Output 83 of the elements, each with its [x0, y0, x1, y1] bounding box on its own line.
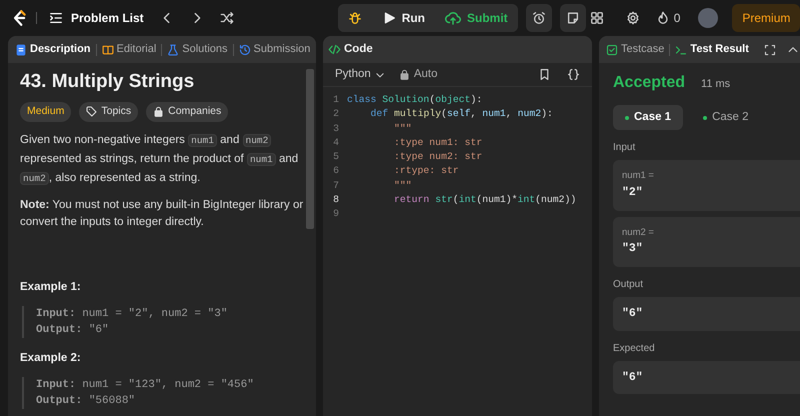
code-line: """ — [393, 178, 412, 193]
checkbox-icon — [606, 44, 618, 56]
bookmark-icon — [538, 68, 551, 81]
problem-statement: Given two non-negative integers num1 and num2 represented as strings, return the product of num1 and num2 , also represented as a string. — [20, 132, 300, 187]
alarm-clock-icon — [532, 11, 546, 25]
note-icon — [566, 11, 580, 25]
variable-value: "3" — [622, 241, 644, 257]
difficulty-badge: Medium — [20, 102, 72, 122]
example-line: Input: num1 = "123", num2 = "456" — [36, 378, 255, 394]
line-number: 6 — [332, 164, 340, 178]
panel-tab[interactable]: Testcase — [604, 41, 666, 58]
variable-name: num2 = — [622, 226, 655, 240]
cloud-upload-icon — [445, 10, 462, 26]
line-number: 9 — [332, 207, 340, 222]
code-line: return str(int(num1)*int(num2)) — [393, 193, 576, 208]
problem-list-button[interactable]: Problem List — [45, 9, 148, 27]
section-label: Input — [613, 141, 636, 156]
language-dropdown[interactable]: Python — [331, 66, 389, 84]
avatar-icon[interactable] — [698, 8, 718, 28]
section-label: Expected — [613, 342, 656, 356]
runtime: 11 ms — [701, 77, 730, 92]
timer-button[interactable] — [526, 4, 552, 32]
shuffle-icon — [220, 11, 234, 25]
line-number: 7 — [332, 178, 340, 193]
code-line: :type num1: str — [393, 136, 482, 150]
code-line: :rtype: str — [393, 164, 459, 178]
bug-icon — [348, 11, 362, 25]
problem-note: Note: You must not use any built-in BigInteger library or convert the inputs to integer directly. — [20, 198, 304, 230]
line-number: 1 — [332, 93, 340, 107]
case-tab[interactable]: Case 1 — [613, 105, 684, 130]
variable-value: "2" — [622, 184, 644, 200]
flame-icon — [656, 11, 670, 25]
panel-title: Code — [344, 42, 373, 57]
scrollbar[interactable] — [306, 69, 314, 229]
panel-tab[interactable]: Test Result — [673, 41, 751, 58]
submit-button[interactable]: Submit — [435, 4, 518, 32]
book-icon — [102, 44, 114, 56]
lock-icon — [153, 106, 164, 118]
history-icon — [238, 44, 251, 56]
mode-label: Auto — [414, 66, 438, 82]
tag-button[interactable]: Companies — [146, 102, 228, 122]
example-heading: Example 1: — [20, 280, 82, 295]
expected-value: "6" — [613, 360, 800, 394]
code-line: class Solution(object): — [347, 93, 482, 107]
example-line: Output: "6" — [36, 322, 110, 338]
variable-name: num1 = — [622, 169, 655, 184]
line-number: 8 — [332, 193, 340, 208]
braces-icon — [567, 68, 580, 81]
tag-icon — [86, 106, 98, 118]
line-number: 5 — [332, 150, 340, 164]
code-line: :type num2: str — [393, 150, 482, 164]
debug-button[interactable] — [338, 4, 372, 32]
problem-title: 43. Multiply Strings — [20, 71, 196, 94]
terminal-icon — [675, 44, 688, 56]
grid-icon — [590, 11, 604, 25]
flask-icon — [167, 44, 180, 56]
expand-icon — [764, 44, 776, 56]
panel-tab[interactable]: Solutions — [165, 41, 230, 58]
premium-button[interactable]: Premium — [732, 4, 800, 32]
list-icon — [49, 11, 63, 25]
example-line: Output: "56088" — [36, 394, 136, 410]
line-number: 2 — [332, 107, 340, 122]
panel-tab[interactable]: Submission — [236, 41, 312, 58]
run-button[interactable]: Run — [372, 4, 436, 32]
section-label: Output — [613, 278, 644, 292]
panel-tab[interactable]: Editorial — [100, 41, 158, 58]
document-icon — [15, 44, 27, 56]
example-heading: Example 2: — [20, 350, 82, 366]
tag-button[interactable]: Topics — [79, 102, 138, 122]
notes-button[interactable] — [560, 4, 586, 32]
code-icon — [328, 43, 341, 56]
line-number: 4 — [332, 136, 340, 150]
line-number: 3 — [332, 122, 340, 136]
code-line: def multiply(self, num1, num2): — [370, 107, 553, 122]
output-value: "6" — [613, 297, 800, 330]
example-line: Input: num1 = "2", num2 = "3" — [36, 306, 228, 322]
code-line: """ — [393, 122, 412, 136]
streak-button[interactable]: 0 — [652, 9, 684, 27]
verdict: Accepted — [613, 73, 686, 93]
settings-icon — [626, 11, 640, 25]
panel-tab[interactable]: Description — [13, 41, 93, 58]
case-tab[interactable]: Case 2 — [691, 105, 761, 130]
lock-icon — [398, 69, 410, 80]
